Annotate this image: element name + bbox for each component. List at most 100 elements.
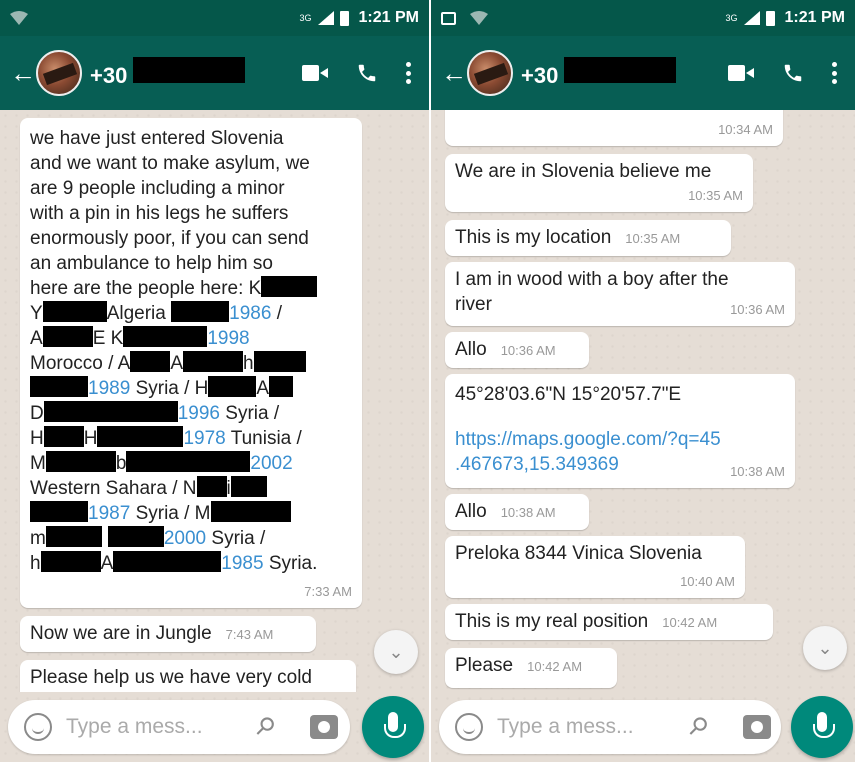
message-list: we have just entered Slovenia and we wan… [0,110,429,692]
message-text: Please [455,655,514,676]
message-input-placeholder: Type a mess... [497,715,634,738]
camera-icon[interactable] [743,715,771,739]
message-bubble[interactable]: Now we are in Jungle 7:43 AM [20,616,316,652]
message-timestamp: 10:36 AM [500,343,556,358]
clock: 1:21 PM [358,9,419,26]
message-line: enormously poor, if you can send [30,228,309,249]
network-type: 3G [299,13,312,23]
message-line: 1987 Syria / M [30,501,352,526]
message-input-placeholder: Type a mess... [66,715,203,738]
location-message-bubble[interactable]: 45°28'03.6"N 15°20'57.7"E https://maps.g… [445,374,795,488]
signal-icon [317,11,334,25]
message-input[interactable]: Type a mess... ⚲ [8,700,350,754]
message-input[interactable]: Type a mess... ⚲ [439,700,781,754]
message-line: with a pin in his legs he suffers [30,203,289,224]
battery-icon [765,10,775,26]
contact-number[interactable]: +30 [521,57,677,89]
message-line: m 2000 Syria / [30,526,266,549]
message-bubble[interactable]: Preloka 8344 Vinica Slovenia 10:40 AM [445,536,745,598]
video-call-icon[interactable] [728,65,754,81]
message-timestamp: 10:38 AM [500,505,556,520]
message-text: Now we are in Jungle [30,623,212,644]
message-line: we have just entered Slovenia [30,128,284,149]
emoji-icon[interactable] [455,713,483,741]
message-line: Y Algeria 1986 / [30,301,282,324]
emoji-icon[interactable] [24,713,52,741]
compose-bar: Type a mess... ⚲ [0,692,429,762]
back-arrow-icon[interactable]: ← [441,58,467,89]
message-bubble[interactable]: Allo 10:38 AM [445,494,589,530]
message-line: D 1996 Syria / [30,401,280,424]
attach-icon[interactable]: ⚲ [248,710,281,743]
maps-link[interactable]: https://maps.google.com/?q=45 [455,427,785,452]
message-timestamp: 10:35 AM [625,231,681,246]
message-bubble[interactable]: Please help us we have very cold [20,660,356,692]
message-line: Mb 2002 [30,451,293,474]
back-arrow-icon[interactable]: ← [10,58,36,89]
message-bubble[interactable]: Please 10:42 AM [445,648,617,688]
avatar[interactable] [467,50,513,96]
message-line: and we want to make asylum, we [30,153,310,174]
network-type: 3G [725,13,738,23]
redaction-block [133,57,246,83]
message-timestamp: 10:40 AM [680,574,735,589]
compose-bar: Type a mess... ⚲ [431,692,855,762]
message-text: Preloka 8344 Vinica Slovenia [455,543,702,564]
scroll-down-icon[interactable]: ⌄ [803,626,847,670]
message-text: Allo [455,501,487,522]
mic-button[interactable] [791,696,853,758]
more-options-icon[interactable] [406,62,411,84]
left-phone-screen: 3G 1:21 PM ← +30 we have just entered Sl… [0,0,429,762]
message-bubble[interactable]: I am in wood with a boy after the river … [445,262,795,326]
status-bar: 3G 1:21 PM [0,0,429,36]
message-bubble[interactable]: We are in Slovenia believe me 10:35 AM [445,154,753,212]
video-call-icon[interactable] [302,65,328,81]
message-line: h A 1985 Syria. [30,551,318,574]
message-text: Allo [455,339,487,360]
camera-icon[interactable] [310,715,338,739]
attach-icon[interactable]: ⚲ [681,710,714,743]
chat-header: ← +30 [431,36,855,110]
contact-number[interactable]: +30 [90,57,246,89]
clock: 1:21 PM [784,9,845,26]
message-bubble[interactable]: This is my location 10:35 AM [445,220,731,256]
signal-icon [743,11,760,25]
avatar[interactable] [36,50,82,96]
scroll-down-icon[interactable]: ⌄ [374,630,418,674]
mic-button[interactable] [362,696,424,758]
message-line: here are the people here: K [30,276,352,301]
message-text: We are in Slovenia believe me [455,161,712,182]
message-line: AE K 1998 [30,326,250,349]
message-list: 10:34 AM We are in Slovenia believe me 1… [431,110,855,692]
coordinates-text: 45°28'03.6"N 15°20'57.7"E [455,384,682,405]
phone-call-icon[interactable] [356,62,378,84]
message-timestamp: 10:36 AM [730,302,785,317]
message-timestamp: 7:43 AM [225,627,274,642]
message-text: This is my real position [455,611,649,632]
message-line: 1989 Syria / HA [30,376,352,401]
message-timestamp: 10:42 AM [662,615,718,630]
message-bubble[interactable]: 10:34 AM [445,110,783,146]
message-line: H H 1978 Tunisia / [30,426,302,449]
more-options-icon[interactable] [832,62,837,84]
wifi-icon [470,11,488,25]
message-timestamp: 10:35 AM [688,188,743,203]
message-timestamp: 7:33 AM [304,584,352,599]
wifi-icon [10,11,28,25]
right-phone-screen: 3G 1:21 PM ← +30 10:34 AM We are in Slov… [431,0,855,762]
message-bubble[interactable]: This is my real position 10:42 AM [445,604,773,640]
message-line: an ambulance to help him so [30,253,273,274]
message-timestamp: 10:34 AM [718,122,773,137]
message-text: I am in wood with a boy after the [455,269,729,290]
phone-call-icon[interactable] [782,62,804,84]
message-timestamp: 10:38 AM [730,464,785,479]
message-line: Morocco / AAh [30,351,352,376]
chat-header: ← +30 [0,36,429,110]
battery-icon [339,10,349,26]
message-timestamp: 10:42 AM [527,659,583,674]
message-bubble-long[interactable]: we have just entered Slovenia and we wan… [20,118,362,608]
redaction-block [564,57,677,83]
message-bubble[interactable]: Allo 10:36 AM [445,332,589,368]
message-text: This is my location [455,227,612,248]
status-bar: 3G 1:21 PM [431,0,855,36]
